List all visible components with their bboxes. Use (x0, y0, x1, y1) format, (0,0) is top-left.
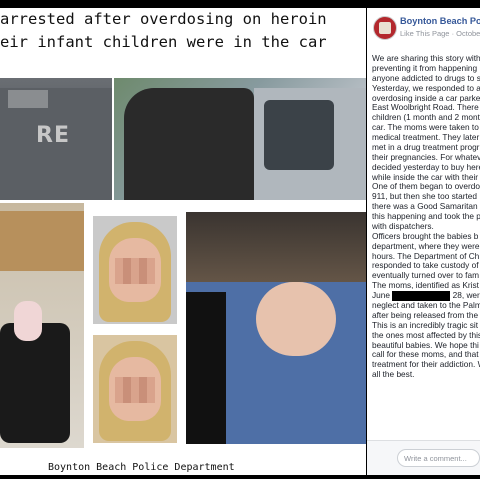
mugshot-1 (93, 216, 177, 324)
photo-baby-held (186, 212, 366, 444)
photo-officer: RE (0, 78, 112, 200)
post-text-line: beautiful babies. We hope thi (372, 340, 479, 350)
post-text-line: call for these moms, and that (372, 350, 479, 360)
redacted-line-end: 28, were c (452, 291, 480, 301)
pixelated-face (115, 377, 155, 403)
post-text-line-redacted: June 28, were c (372, 291, 480, 301)
post-meta: Like This Page · October (400, 29, 480, 38)
dark-hair (186, 292, 226, 444)
headline: arrested after overdosing on heroin eir … (0, 8, 366, 54)
office-chair (0, 323, 70, 443)
post-text-line: medical treatment. They later (372, 133, 480, 142)
post-text-line: 911, but then she too started (372, 192, 478, 202)
post-text-line: while inside the car with their (372, 172, 479, 182)
news-composite-image: arrested after overdosing on heroin eir … (0, 8, 366, 475)
post-text-line: preventing it from happening (372, 63, 478, 73)
shirt-lettering: RE (36, 123, 70, 148)
post-text-line: Yesterday, we responded to a (372, 83, 480, 93)
photo-station (0, 203, 84, 448)
officer-arm (124, 88, 254, 200)
post-text-line: after being released from the (372, 310, 479, 320)
post-text-line: with dispatchers. (372, 221, 434, 231)
post-text-line: car. The moms were taken to (372, 123, 479, 133)
post-text-line: all the best. (372, 370, 415, 380)
post-text-line: decided yesterday to buy here (372, 162, 480, 172)
post-text-line: We are sharing this story with (372, 54, 480, 63)
infant (14, 301, 42, 341)
post-text-line: One of them began to overdo (372, 182, 480, 192)
post-text-line: The moms, identified as Krist (372, 281, 479, 291)
like-page-link[interactable]: Like This Page (400, 29, 449, 38)
headline-line-2: eir infant children were in the car (0, 33, 327, 51)
post-text-line: this happening and took the p (372, 212, 480, 221)
post-date[interactable]: October (456, 29, 480, 38)
post-text-line: children (1 month and 2 mont (372, 113, 480, 123)
pixelated-face (115, 258, 155, 284)
post-text-line: Officers brought the babies b (372, 231, 479, 241)
post-text-line: overdosing inside a car parke (372, 93, 480, 103)
officer-badge (8, 90, 48, 108)
post-text-line: the ones most affected by this (372, 330, 480, 340)
post-text-line: This is an incredibly tragic sit (372, 320, 479, 330)
post-text-line: their pregnancies. For whatev (372, 152, 480, 162)
post-text-line: anyone addicted to drugs to s (372, 73, 480, 83)
mugshot-2 (93, 335, 177, 443)
photo-car (114, 78, 366, 200)
post-text-line: responded to take custody of (372, 261, 479, 271)
page-avatar[interactable] (373, 16, 397, 40)
screenshot-frame: arrested after overdosing on heroin eir … (0, 0, 480, 479)
comment-input[interactable]: Write a comment... (397, 449, 480, 467)
page-name-link[interactable]: Boynton Beach Poli (400, 16, 480, 26)
post-text-line: department, where they were (372, 241, 480, 251)
post-text-line: neglect and taken to the Palm (372, 301, 480, 311)
meta-separator: · (451, 29, 455, 38)
badge-icon (379, 22, 391, 34)
post-text-line: treatment for their addiction. W (372, 360, 480, 370)
image-caption: Boynton Beach Police Department (48, 462, 235, 473)
post-text-line: hours. The Department of Ch (372, 251, 480, 261)
shelving (186, 212, 366, 292)
post-body: We are sharing this story with preventing… (372, 54, 480, 380)
infant (256, 282, 336, 356)
redaction-bar (392, 291, 451, 301)
redacted-line-start: June (372, 291, 393, 301)
headline-line-1: arrested after overdosing on heroin (0, 10, 327, 28)
bulletin-board (0, 211, 84, 271)
post-text-line: eventually turned over to fam (372, 271, 479, 281)
post-text-line: there was a Good Samaritan (372, 202, 478, 212)
post-text-line: East Woolbright Road. There (372, 103, 479, 113)
post-text-line: met in a drug treatment progr (372, 142, 480, 152)
facebook-post: Boynton Beach Poli Like This Page · Octo… (367, 8, 480, 475)
car-window (264, 100, 334, 170)
